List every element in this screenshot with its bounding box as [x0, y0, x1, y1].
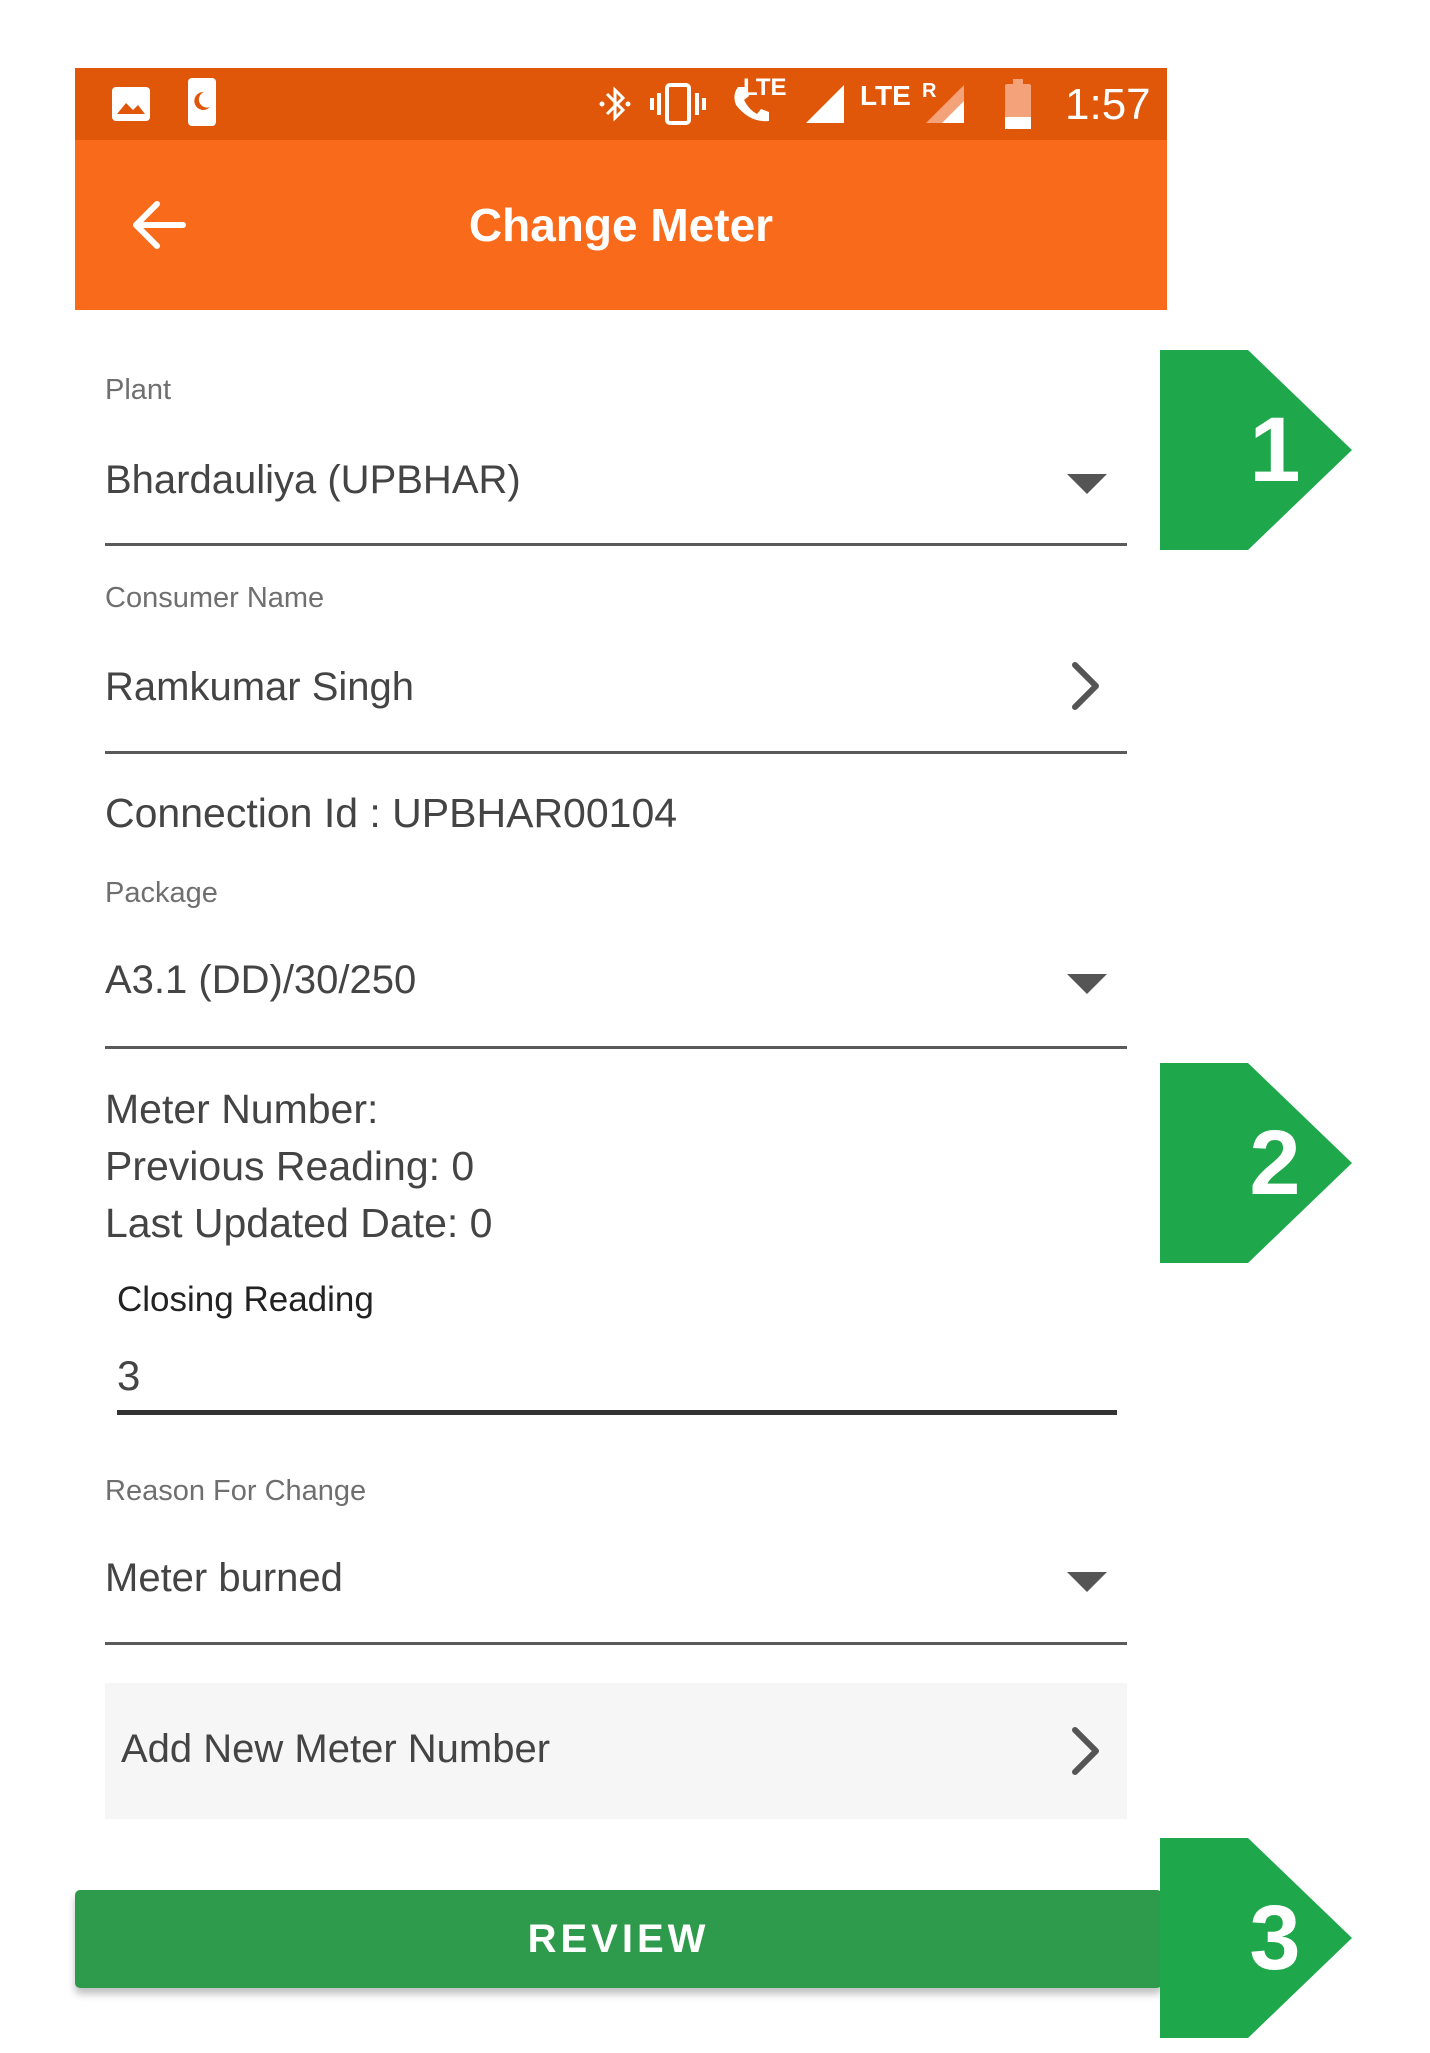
- meter-number: Meter Number:: [105, 1086, 379, 1132]
- chevron-right-icon: [1072, 1727, 1099, 1775]
- reason-dropdown[interactable]: Meter burned: [105, 1538, 1127, 1648]
- lte-label-1: LTE: [743, 74, 787, 101]
- previous-reading: Previous Reading: 0: [105, 1143, 475, 1189]
- closing-reading-input[interactable]: [117, 1348, 1117, 1404]
- image-icon: [109, 84, 153, 124]
- app-bar: Change Meter: [75, 140, 1167, 310]
- battery-icon: [1003, 78, 1033, 130]
- plant-label: Plant: [105, 374, 172, 406]
- connection-id: Connection Id : UPBHAR00104: [105, 790, 678, 836]
- caret-down-icon: [1067, 974, 1107, 994]
- lte-label-2: LTE: [860, 80, 911, 111]
- review-button[interactable]: REVIEW: [75, 1890, 1162, 1988]
- plant-value: Bhardauliya (UPBHAR): [105, 458, 521, 502]
- badge-number: 2: [1249, 1111, 1301, 1214]
- vibrate-icon: [650, 83, 706, 125]
- plant-underline: [105, 543, 1127, 546]
- package-label: Package: [105, 877, 218, 909]
- chevron-right-icon: [1072, 662, 1099, 710]
- closing-reading-label: Closing Reading: [117, 1280, 374, 1319]
- badge-number: 1: [1249, 398, 1301, 501]
- add-new-meter-row[interactable]: Add New Meter Number: [105, 1683, 1127, 1819]
- signal-icon: [805, 84, 845, 124]
- package-underline: [105, 1046, 1127, 1049]
- signal-roaming-icon: [925, 84, 965, 124]
- reason-value: Meter burned: [105, 1556, 343, 1600]
- caret-down-icon: [1067, 1572, 1107, 1592]
- consumer-name-selector[interactable]: Ramkumar Singh: [105, 650, 1127, 750]
- last-updated-date: Last Updated Date: 0: [105, 1200, 493, 1246]
- add-new-meter-label: Add New Meter Number: [121, 1727, 551, 1771]
- annotation-badge-3: 3: [1152, 1838, 1360, 2038]
- closing-reading-underline: [117, 1410, 1117, 1415]
- status-bar: LTE LTE R 1:57: [75, 68, 1167, 140]
- consumer-name-underline: [105, 751, 1127, 754]
- caret-down-icon: [1067, 474, 1107, 494]
- bluetooth-icon: [595, 84, 635, 124]
- status-time: 1:57: [1065, 80, 1151, 129]
- consumer-name-value: Ramkumar Singh: [105, 665, 415, 709]
- phone-sleep-icon: [185, 76, 219, 128]
- reason-label: Reason For Change: [105, 1475, 367, 1507]
- annotation-badge-1: 1: [1152, 350, 1360, 550]
- page-title: Change Meter: [468, 199, 774, 251]
- plant-dropdown[interactable]: Bhardauliya (UPBHAR): [105, 440, 1127, 550]
- badge-number: 3: [1249, 1886, 1301, 1989]
- consumer-name-label: Consumer Name: [105, 582, 325, 614]
- annotation-badge-2: 2: [1152, 1063, 1360, 1263]
- package-value: A3.1 (DD)/30/250: [105, 958, 417, 1002]
- package-dropdown[interactable]: A3.1 (DD)/30/250: [105, 940, 1127, 1050]
- reason-underline: [105, 1642, 1127, 1645]
